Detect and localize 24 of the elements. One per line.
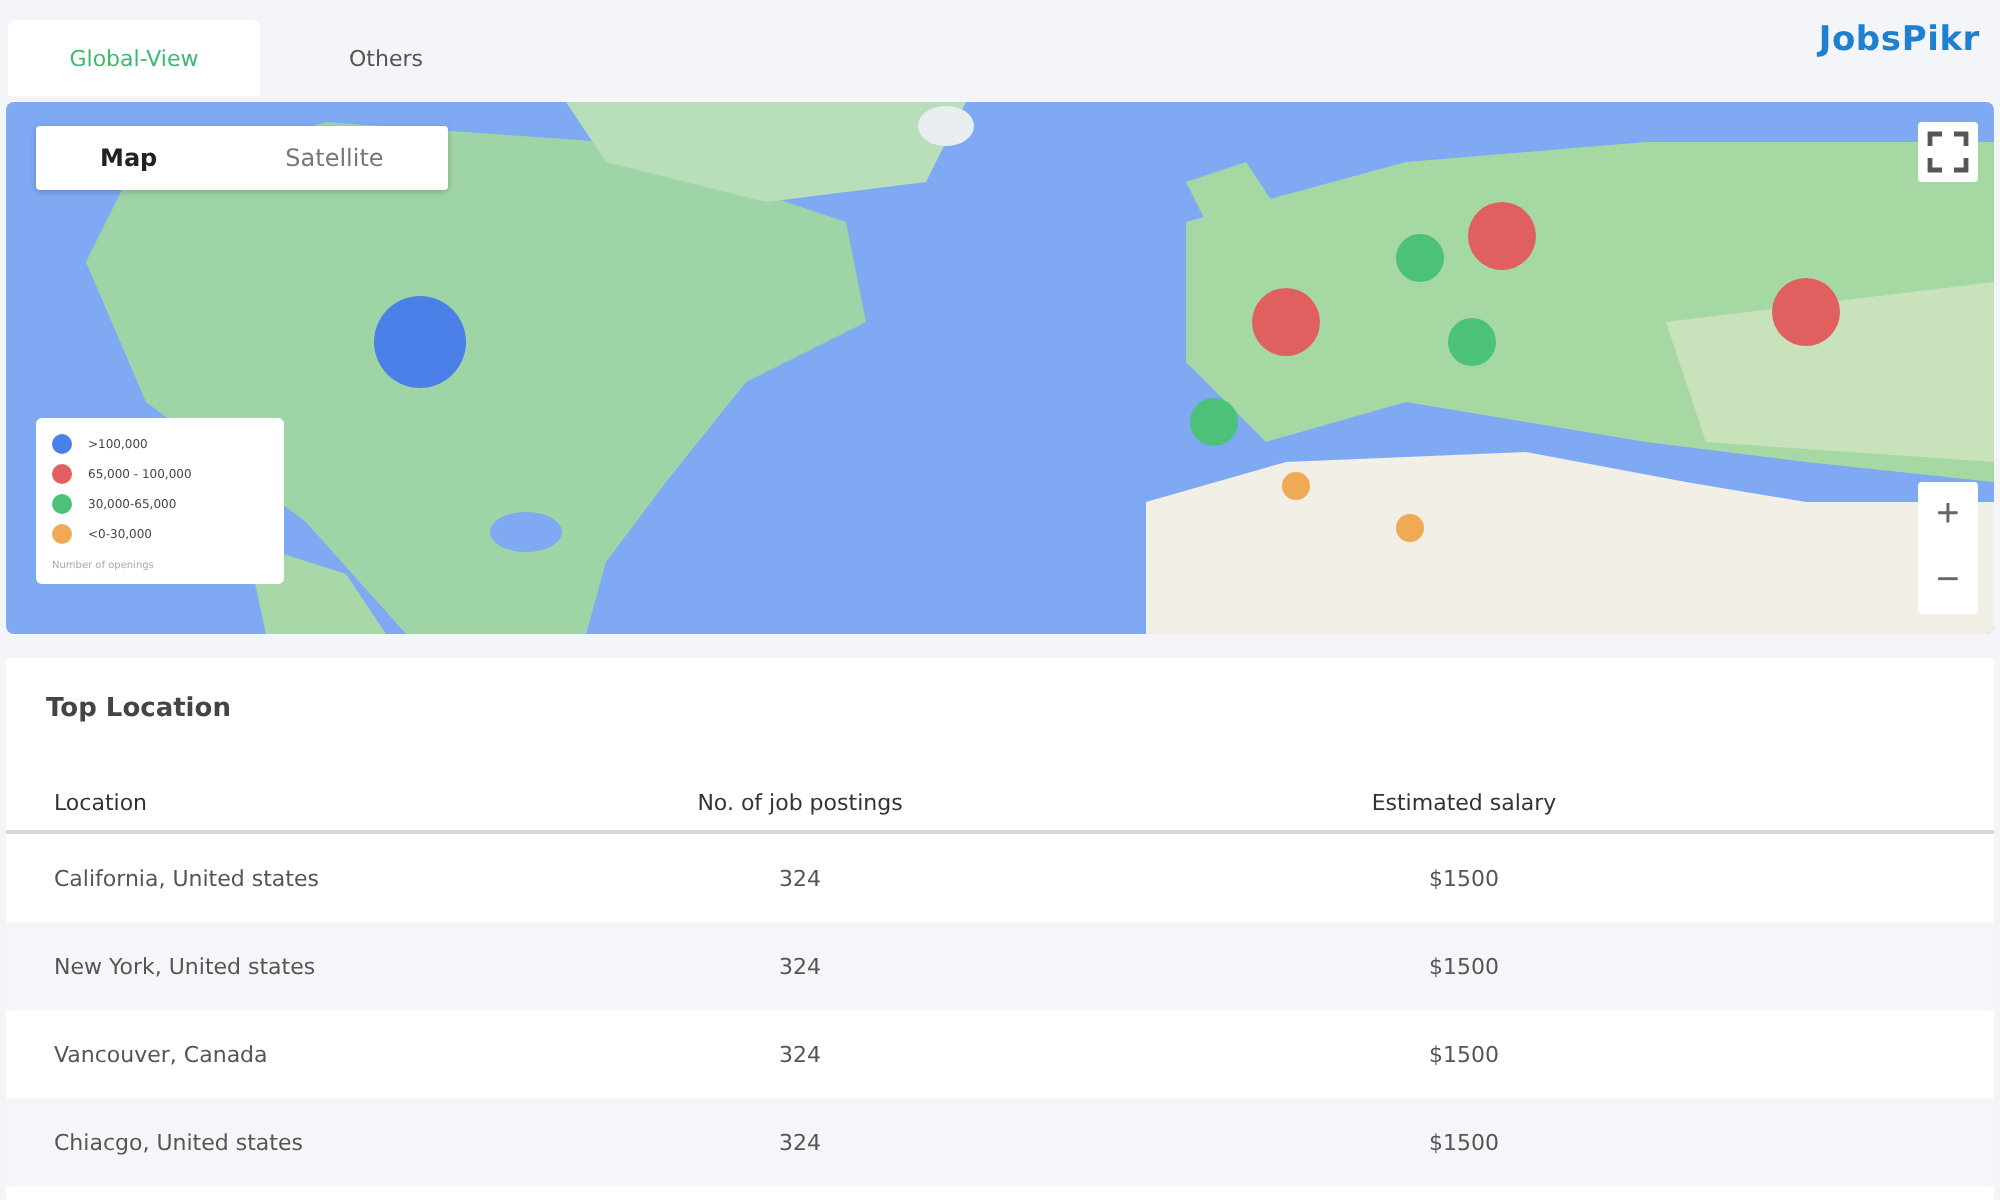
table-cell-text: 324 [777, 1041, 823, 1067]
table-cell-text: $1500 [1427, 1041, 1501, 1067]
fullscreen-icon [1926, 130, 1970, 174]
table-cell-text: New York, United states [54, 953, 318, 979]
table-cell-text: Vancouver, Canada [54, 1041, 270, 1067]
table-cell-text: Chiacgo, United states [54, 1129, 305, 1155]
logo: JobsPikr [1818, 20, 1980, 60]
column-header: Estimated salary [1369, 789, 1559, 815]
column-header: Location [54, 789, 150, 815]
map-type-tab[interactable]: Map [36, 126, 222, 190]
table-cell-text: $1500 [1427, 1129, 1501, 1155]
tab[interactable]: Others [260, 20, 512, 96]
zoom-button[interactable]: − [1918, 548, 1978, 614]
section-title: Top Location [44, 694, 233, 728]
map-type-tab[interactable]: Satellite [221, 126, 448, 190]
table-cell-text: 324 [777, 865, 823, 891]
table-cell-text: $1500 [1427, 953, 1501, 979]
column-header: No. of job postings [695, 789, 905, 815]
zoom-button[interactable]: + [1918, 482, 1978, 548]
table-cell-text: $1500 [1427, 865, 1501, 891]
fullscreen-button[interactable] [1918, 122, 1978, 182]
table-cell-text: 324 [777, 953, 823, 979]
table-cell-text: 324 [777, 1129, 823, 1155]
table-cell-text: California, United states [54, 865, 321, 891]
